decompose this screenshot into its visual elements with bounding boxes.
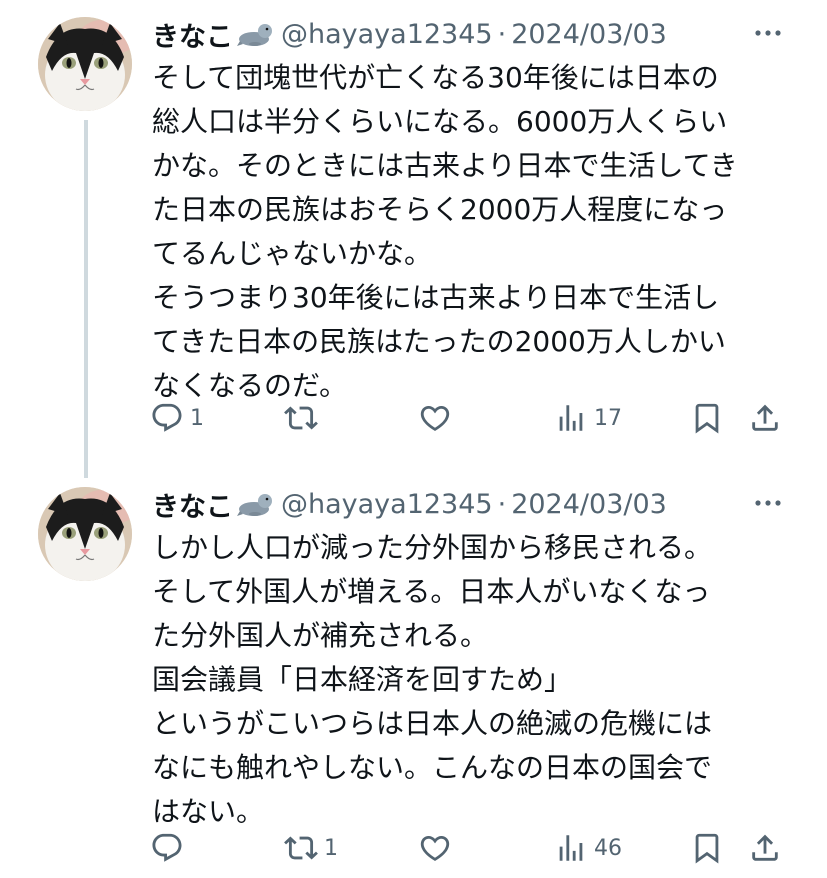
reply-button[interactable]: 1: [150, 398, 204, 438]
views-count: 46: [594, 835, 622, 861]
timestamp[interactable]: 2024/03/03: [511, 19, 667, 50]
share-icon: [752, 834, 778, 861]
views-count: 17: [594, 405, 622, 431]
like-button[interactable]: [418, 398, 458, 438]
timestamp[interactable]: 2024/03/03: [511, 489, 667, 520]
reply-button[interactable]: [150, 828, 190, 868]
display-name[interactable]: きなこ: [152, 15, 233, 54]
tweet-header: きなこ @hayaya12345 · 2024/03/03: [152, 484, 667, 524]
bookmark-button[interactable]: [690, 398, 724, 438]
like-button[interactable]: [418, 828, 458, 868]
share-button[interactable]: [748, 828, 782, 868]
action-bar: 1 46: [150, 828, 790, 868]
retweet-icon: [284, 836, 318, 860]
more-options-icon[interactable]: [753, 22, 783, 44]
more-options-icon[interactable]: [753, 492, 783, 514]
avatar[interactable]: [38, 17, 132, 111]
tweet[interactable]: きなこ @hayaya12345 · 2024/03/03 そして団塊世代が亡く…: [0, 0, 827, 478]
tweet[interactable]: きなこ @hayaya12345 · 2024/03/03 しかし人口が減った分…: [0, 470, 827, 878]
tweet-text: そして団塊世代が亡くなる30年後には日本の 総人口は半分くらいになる。6000万…: [152, 61, 738, 402]
share-button[interactable]: [748, 398, 782, 438]
reply-icon: [152, 833, 182, 862]
heart-icon: [420, 835, 450, 861]
display-name[interactable]: きなこ: [152, 485, 233, 524]
heart-icon: [420, 405, 450, 431]
retweet-count: 1: [324, 835, 338, 861]
retweet-button[interactable]: 1: [284, 828, 338, 868]
seal-emoji-icon: [237, 19, 273, 49]
handle[interactable]: @hayaya12345: [281, 19, 493, 50]
share-icon: [752, 404, 778, 431]
reply-count: 1: [190, 405, 204, 431]
retweet-icon: [284, 406, 318, 430]
views-icon: [559, 405, 583, 431]
bookmark-button[interactable]: [690, 828, 724, 868]
avatar[interactable]: [38, 487, 132, 581]
retweet-button[interactable]: [284, 398, 324, 438]
handle[interactable]: @hayaya12345: [281, 489, 493, 520]
tweet-text: しかし人口が減った分外国から移民される。 そして外国人が増える。日本人がいなくな…: [152, 531, 713, 828]
action-bar: 1 17: [150, 398, 790, 438]
views-button[interactable]: 17: [554, 398, 622, 438]
bookmark-icon: [695, 403, 719, 434]
reply-icon: [152, 403, 182, 432]
seal-emoji-icon: [237, 489, 273, 519]
separator-dot: ·: [497, 488, 507, 520]
tweet-header: きなこ @hayaya12345 · 2024/03/03: [152, 14, 667, 54]
thread-line: [84, 120, 88, 478]
views-icon: [559, 835, 583, 861]
views-button[interactable]: 46: [554, 828, 622, 868]
bookmark-icon: [695, 833, 719, 864]
separator-dot: ·: [497, 18, 507, 50]
